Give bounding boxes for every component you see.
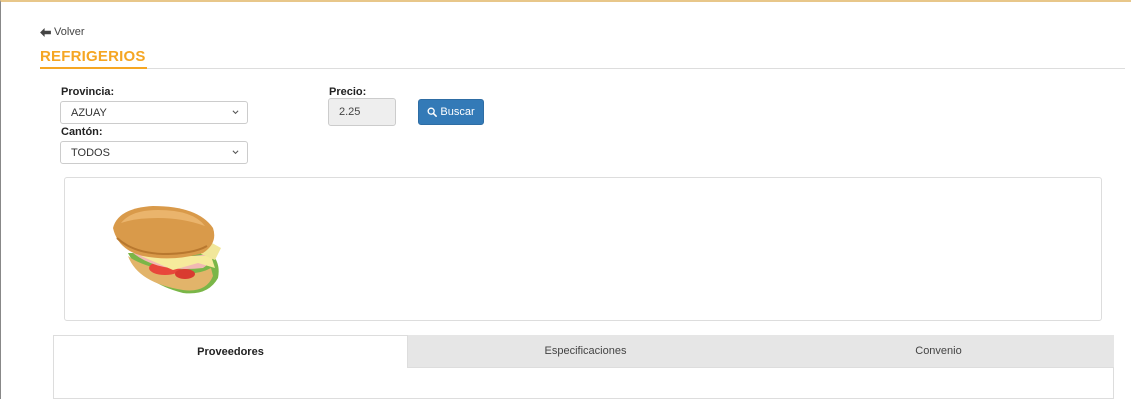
search-icon	[427, 107, 438, 117]
canton-select-value: TODOS	[71, 147, 110, 159]
search-button[interactable]: Buscar	[418, 99, 484, 125]
chevron-down-icon	[232, 150, 239, 155]
tab-convenio[interactable]: Convenio	[763, 335, 1114, 368]
back-link[interactable]: Volver	[40, 26, 85, 38]
provincia-label: Provincia:	[61, 86, 115, 98]
chevron-down-icon	[232, 110, 239, 115]
arrow-left-icon	[40, 27, 51, 37]
provincia-select[interactable]: AZUAY	[60, 101, 248, 124]
detail-tabs: Proveedores Especificaciones Convenio	[53, 335, 1114, 399]
tab-content-panel	[53, 368, 1114, 399]
tab-especificaciones[interactable]: Especificaciones	[408, 335, 763, 368]
page-title: REFRIGERIOS	[40, 48, 146, 65]
precio-input[interactable]: 2.25	[328, 98, 396, 126]
search-button-label: Buscar	[440, 106, 475, 118]
precio-label: Precio:	[329, 86, 367, 98]
tab-proveedores[interactable]: Proveedores	[53, 335, 408, 368]
back-link-label: Volver	[54, 26, 85, 38]
title-divider	[147, 68, 1125, 69]
sandwich-image	[113, 206, 221, 294]
canton-select[interactable]: TODOS	[60, 141, 248, 164]
title-underline	[40, 67, 147, 69]
canton-label: Cantón:	[61, 126, 103, 138]
product-image-panel	[64, 177, 1102, 321]
provincia-select-value: AZUAY	[71, 107, 107, 119]
